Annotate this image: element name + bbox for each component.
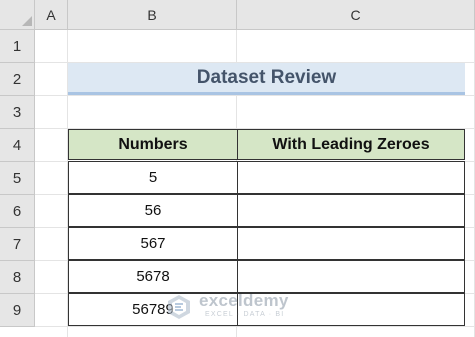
select-all-triangle-icon	[22, 16, 32, 26]
cell-leading-zeroes[interactable]	[237, 227, 465, 260]
column-header-c[interactable]: C	[237, 0, 475, 30]
row-header-9[interactable]: 9	[0, 294, 35, 327]
table-header-numbers[interactable]: Numbers	[68, 129, 238, 160]
title-cell[interactable]: Dataset Review	[68, 63, 465, 95]
cell-numbers[interactable]: 5	[68, 161, 238, 194]
row-header-6[interactable]: 6	[0, 195, 35, 228]
row-header-3[interactable]: 3	[0, 96, 35, 129]
gridline-horizontal	[35, 95, 475, 96]
row-header-1[interactable]: 1	[0, 30, 35, 63]
row-header-7[interactable]: 7	[0, 228, 35, 261]
gridline-horizontal	[35, 326, 475, 327]
row-header-8[interactable]: 8	[0, 261, 35, 294]
watermark-name: exceldemy	[199, 291, 289, 310]
exceldemy-watermark: exceldemy EXCEL · DATA · BI	[165, 290, 315, 326]
row-header-4[interactable]: 4	[0, 129, 35, 162]
table-header-leading-zeroes[interactable]: With Leading Zeroes	[237, 129, 465, 160]
column-header-b[interactable]: B	[68, 0, 237, 30]
cell-leading-zeroes[interactable]	[237, 194, 465, 227]
exceldemy-logo-icon	[168, 295, 190, 319]
row-header-5[interactable]: 5	[0, 162, 35, 195]
cell-numbers[interactable]: 56	[68, 194, 238, 227]
cell-leading-zeroes[interactable]	[237, 260, 465, 293]
column-header-a[interactable]: A	[35, 0, 68, 30]
cell-numbers[interactable]: 567	[68, 227, 238, 260]
cell-leading-zeroes[interactable]	[237, 161, 465, 194]
row-header-2[interactable]: 2	[0, 63, 35, 96]
cell-numbers[interactable]: 5678	[68, 260, 238, 293]
watermark-tagline: EXCEL · DATA · BI	[205, 311, 285, 318]
